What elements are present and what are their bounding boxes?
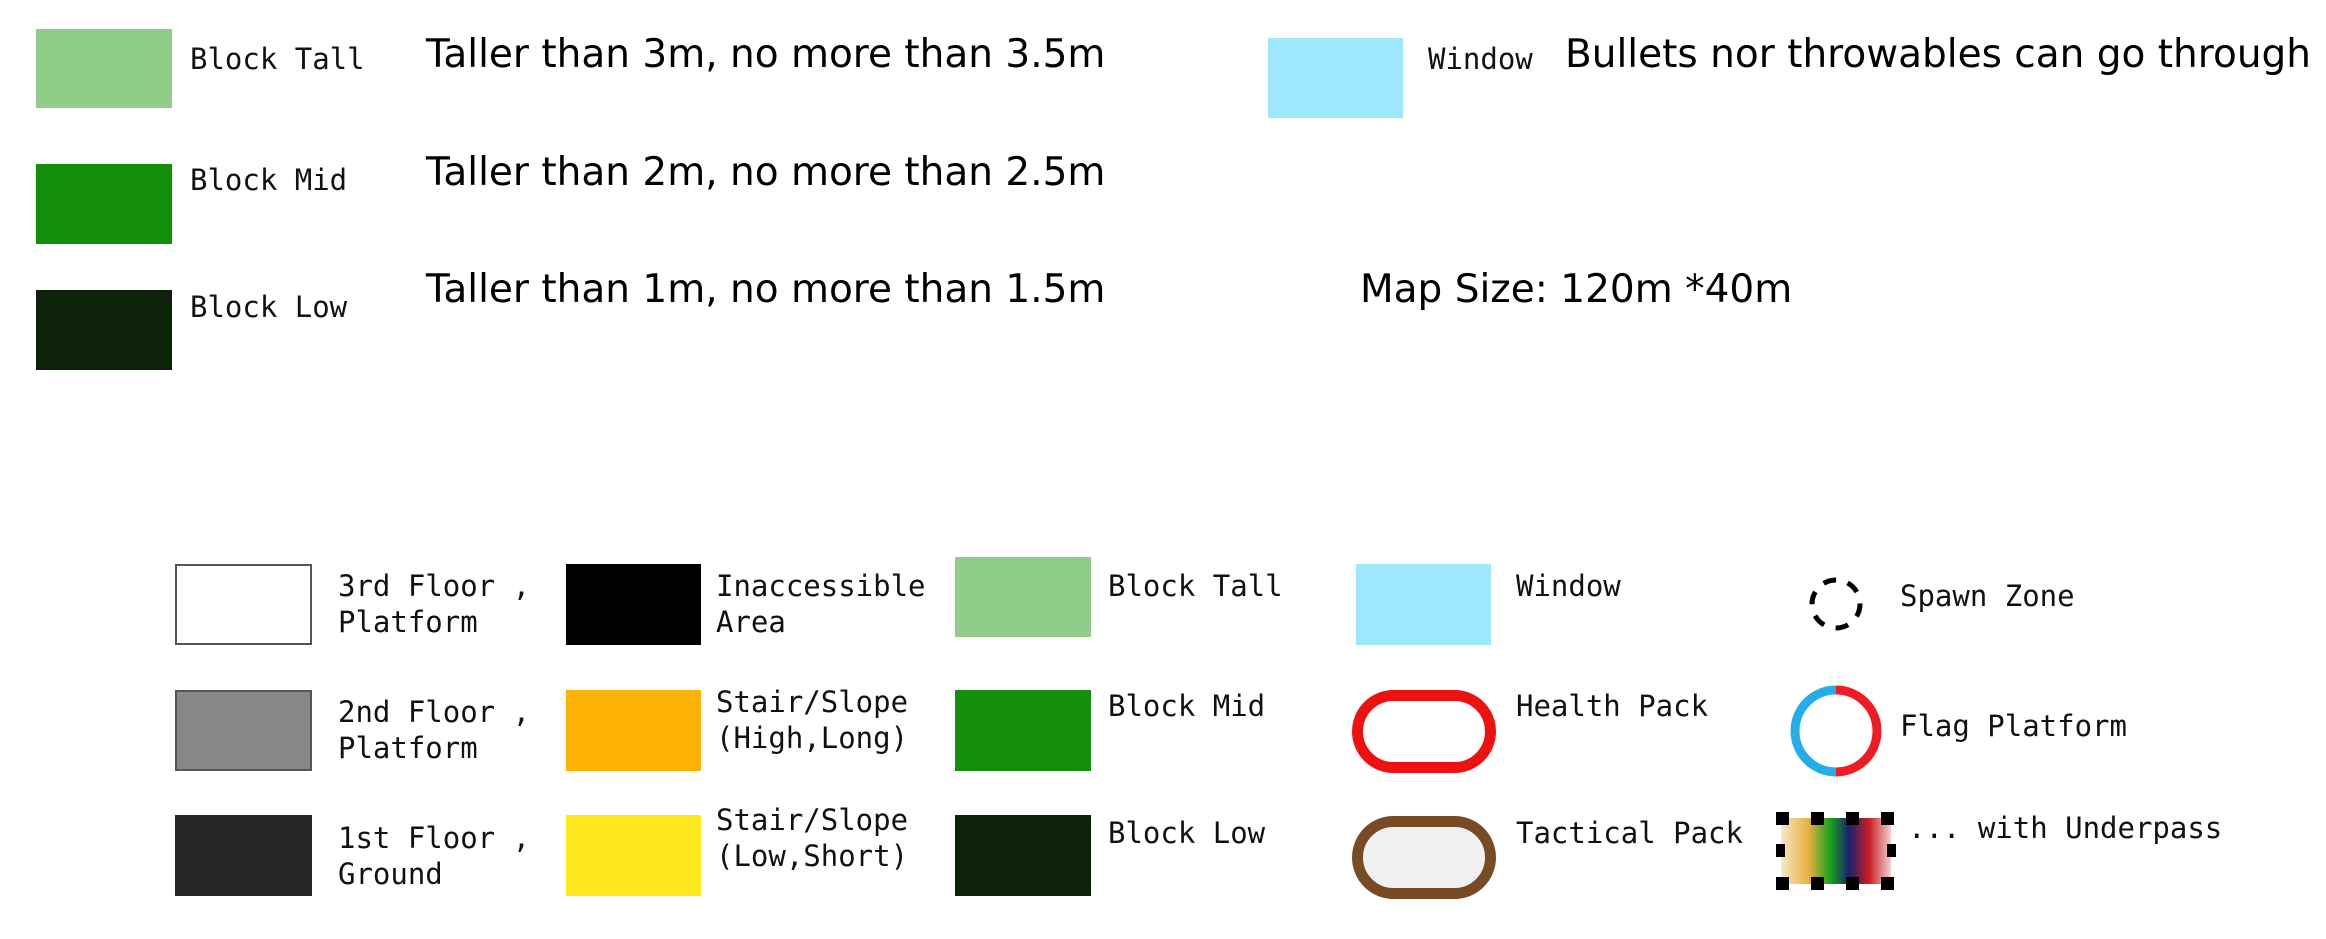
flag-platform-label: Flag Platform <box>1900 709 2127 743</box>
window-swatch-2 <box>1356 564 1491 645</box>
floor-3-label: 3rd Floor , Platform <box>338 569 531 639</box>
window-swatch <box>1268 38 1403 118</box>
window-label-2: Window <box>1516 569 1621 603</box>
block-mid-swatch-2 <box>955 690 1091 771</box>
window-label: Window <box>1428 42 1533 76</box>
window-description: Bullets nor throwables can go through <box>1565 32 2312 77</box>
block-tall-label-2: Block Tall <box>1108 569 1283 603</box>
tactical-pack-icon <box>1352 816 1496 899</box>
block-low-swatch <box>36 290 172 370</box>
floor-1-swatch <box>175 815 312 896</box>
block-low-description: Taller than 1m, no more than 1.5m <box>426 267 1106 312</box>
spawn-zone-label: Spawn Zone <box>1900 579 2075 613</box>
stair-low-swatch <box>566 815 701 896</box>
floor-2-label: 2nd Floor , Platform <box>338 695 531 765</box>
spawn-zone-icon <box>1809 577 1863 631</box>
block-mid-swatch <box>36 164 172 244</box>
flag-platform-icon <box>1790 685 1882 777</box>
inaccessible-label: Inaccessible Area <box>716 569 926 639</box>
floor-1-label: 1st Floor , Ground <box>338 821 531 891</box>
block-low-label-2: Block Low <box>1108 816 1266 850</box>
block-mid-label-2: Block Mid <box>1108 689 1266 723</box>
block-low-label: Block Low <box>190 290 348 324</box>
tactical-pack-label: Tactical Pack <box>1516 816 1743 850</box>
health-pack-label: Health Pack <box>1516 689 1709 723</box>
block-tall-label: Block Tall <box>190 42 365 76</box>
inaccessible-swatch <box>566 564 701 645</box>
block-tall-description: Taller than 3m, no more than 3.5m <box>426 32 1106 77</box>
stair-high-label: Stair/Slope (High,Long) <box>716 685 909 755</box>
health-pack-icon <box>1352 690 1496 773</box>
block-tall-swatch-2 <box>955 557 1091 637</box>
underpass-label: ... with Underpass <box>1908 811 2223 845</box>
floor-2-swatch <box>175 690 312 771</box>
underpass-icon <box>1776 812 1896 890</box>
stair-high-swatch <box>566 690 701 771</box>
block-tall-swatch <box>36 29 172 108</box>
block-mid-label: Block Mid <box>190 163 348 197</box>
block-low-swatch-2 <box>955 815 1091 896</box>
map-size-text: Map Size: 120m *40m <box>1360 267 1793 312</box>
block-mid-description: Taller than 2m, no more than 2.5m <box>426 150 1106 195</box>
stair-low-label: Stair/Slope (Low,Short) <box>716 803 909 873</box>
floor-3-swatch <box>175 564 312 645</box>
